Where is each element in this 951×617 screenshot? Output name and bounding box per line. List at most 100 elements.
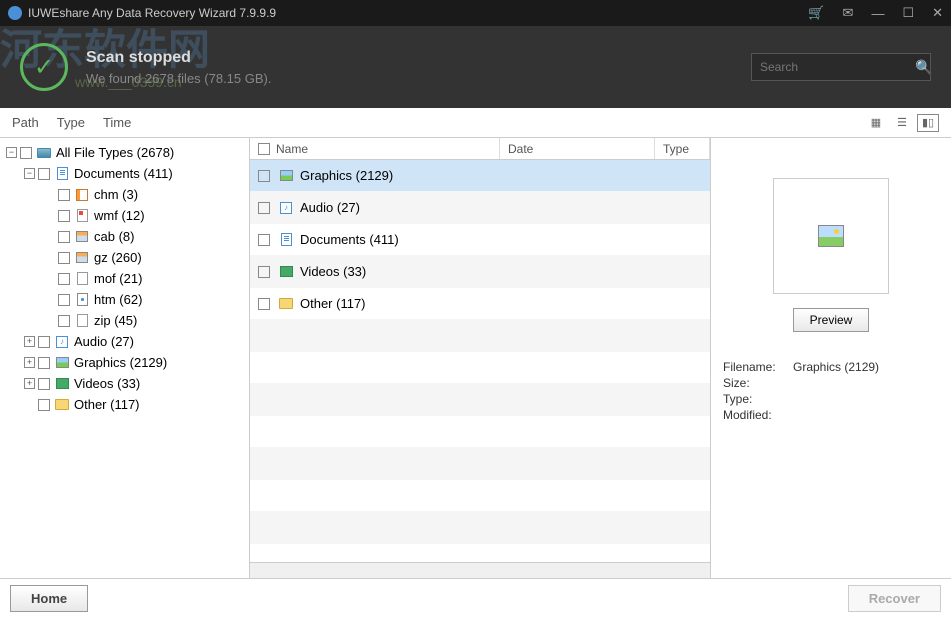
tree-label: Videos (33) <box>74 376 140 391</box>
maximize-icon[interactable]: ☐ <box>902 5 914 21</box>
search-icon[interactable]: 🔍 <box>915 59 932 76</box>
tree-doc-child-5[interactable]: htm (62) <box>0 289 249 310</box>
ic-file3-icon <box>74 209 90 223</box>
tree-toggle-icon[interactable]: + <box>24 336 35 347</box>
tree-checkbox[interactable] <box>38 357 50 369</box>
tab-type[interactable]: Type <box>57 115 85 130</box>
row-label: Documents (411) <box>300 232 399 247</box>
list-row[interactable]: Graphics (2129) <box>250 160 710 192</box>
tree-label: Audio (27) <box>74 334 134 349</box>
list-row[interactable]: Documents (411) <box>250 224 710 256</box>
row-checkbox[interactable] <box>258 298 270 310</box>
view-list-icon[interactable]: ☰ <box>891 114 913 132</box>
row-checkbox[interactable] <box>258 266 270 278</box>
search-box[interactable]: 🔍 <box>751 53 931 81</box>
tree-doc-child-6[interactable]: zip (45) <box>0 310 249 331</box>
tree-doc-child-1[interactable]: wmf (12) <box>0 205 249 226</box>
tree-toggle-icon[interactable]: − <box>24 168 35 179</box>
ic-audio-icon: ♪ <box>278 201 294 215</box>
tree-other[interactable]: Other (117) <box>0 394 249 415</box>
tree-doc-child-4[interactable]: mof (21) <box>0 268 249 289</box>
col-date[interactable]: Date <box>500 138 655 159</box>
preview-button[interactable]: Preview <box>793 308 870 332</box>
list-row-empty <box>250 320 710 352</box>
list-header: Name Date Type <box>250 138 710 160</box>
tree-checkbox[interactable] <box>58 294 70 306</box>
tree-checkbox[interactable] <box>58 315 70 327</box>
scan-status-title: Scan stopped <box>86 49 271 67</box>
select-all-checkbox[interactable] <box>258 143 270 155</box>
ic-monitor-icon <box>36 146 52 160</box>
tree-checkbox[interactable] <box>58 210 70 222</box>
filename-value: Graphics (2129) <box>793 360 879 374</box>
tab-time[interactable]: Time <box>103 115 131 130</box>
tree-documents[interactable]: − Documents (411) <box>0 163 249 184</box>
header: 河东软件网 www.___0359.cn ✓ Scan stopped We f… <box>0 26 951 108</box>
tree-checkbox[interactable] <box>38 399 50 411</box>
preview-panel: Preview Filename:Graphics (2129) Size: T… <box>711 138 951 578</box>
row-label: Videos (33) <box>300 264 366 279</box>
app-icon <box>8 6 22 20</box>
tree-doc-child-3[interactable]: gz (260) <box>0 247 249 268</box>
tree-label: wmf (12) <box>94 208 145 223</box>
list-row[interactable]: Videos (33) <box>250 256 710 288</box>
list-row-empty <box>250 512 710 544</box>
list-row[interactable]: Other (117) <box>250 288 710 320</box>
tree-checkbox[interactable] <box>38 336 50 348</box>
tree-checkbox[interactable] <box>58 231 70 243</box>
list-row-empty <box>250 416 710 448</box>
tree-checkbox[interactable] <box>38 378 50 390</box>
list-row-empty <box>250 352 710 384</box>
tree-videos[interactable]: + Videos (33) <box>0 373 249 394</box>
mail-icon[interactable]: ✉ <box>843 5 854 21</box>
view-detail-icon[interactable]: ▮▯ <box>917 114 939 132</box>
tree-doc-child-0[interactable]: chm (3) <box>0 184 249 205</box>
tree-toggle-icon[interactable]: + <box>24 378 35 389</box>
tree-label: htm (62) <box>94 292 142 307</box>
tab-path[interactable]: Path <box>12 115 39 130</box>
row-checkbox[interactable] <box>258 234 270 246</box>
row-checkbox[interactable] <box>258 170 270 182</box>
file-list: Name Date Type Graphics (2129) ♪ Audio (27… <box>250 138 711 578</box>
status-logo: ✓ <box>20 43 68 91</box>
row-label: Audio (27) <box>300 200 360 215</box>
ic-doc-icon <box>54 167 70 181</box>
tree-root[interactable]: −All File Types (2678) <box>0 142 249 163</box>
horizontal-scrollbar[interactable] <box>250 562 710 578</box>
cart-icon[interactable]: 🛒 <box>808 5 824 21</box>
app-title: IUWEshare Any Data Recovery Wizard 7.9.9… <box>28 6 808 20</box>
filename-label: Filename: <box>723 360 793 374</box>
home-button[interactable]: Home <box>10 585 88 612</box>
minimize-icon[interactable]: — <box>871 6 884 21</box>
ic-folder-icon <box>278 297 294 311</box>
tree-checkbox[interactable] <box>58 189 70 201</box>
tree-label: Documents (411) <box>74 166 173 181</box>
search-input[interactable] <box>760 60 915 74</box>
ic-cab-icon <box>74 230 90 244</box>
tabs-bar: Path Type Time ▦ ☰ ▮▯ <box>0 108 951 138</box>
tree-graphics[interactable]: + Graphics (2129) <box>0 352 249 373</box>
list-row[interactable]: ♪ Audio (27) <box>250 192 710 224</box>
view-grid-icon[interactable]: ▦ <box>865 114 887 132</box>
tree-label: chm (3) <box>94 187 138 202</box>
size-label: Size: <box>723 376 793 390</box>
ic-htm-icon <box>74 293 90 307</box>
row-checkbox[interactable] <box>258 202 270 214</box>
col-name[interactable]: Name <box>276 142 308 156</box>
tree-toggle-icon[interactable]: + <box>24 357 35 368</box>
ic-file-icon <box>74 272 90 286</box>
tree-toggle-icon[interactable]: − <box>6 147 17 158</box>
tree-audio[interactable]: +♪Audio (27) <box>0 331 249 352</box>
tree-checkbox[interactable] <box>58 273 70 285</box>
tree-checkbox[interactable] <box>38 168 50 180</box>
tree-checkbox[interactable] <box>20 147 32 159</box>
tree-label: Graphics (2129) <box>74 355 167 370</box>
list-row-empty <box>250 480 710 512</box>
tree-checkbox[interactable] <box>58 252 70 264</box>
tree-doc-child-2[interactable]: cab (8) <box>0 226 249 247</box>
col-type[interactable]: Type <box>655 138 710 159</box>
close-icon[interactable]: ✕ <box>932 5 943 21</box>
tree-label: zip (45) <box>94 313 137 328</box>
file-tree[interactable]: −All File Types (2678)−Documents (411)ch… <box>0 138 250 578</box>
recover-button[interactable]: Recover <box>848 585 941 612</box>
